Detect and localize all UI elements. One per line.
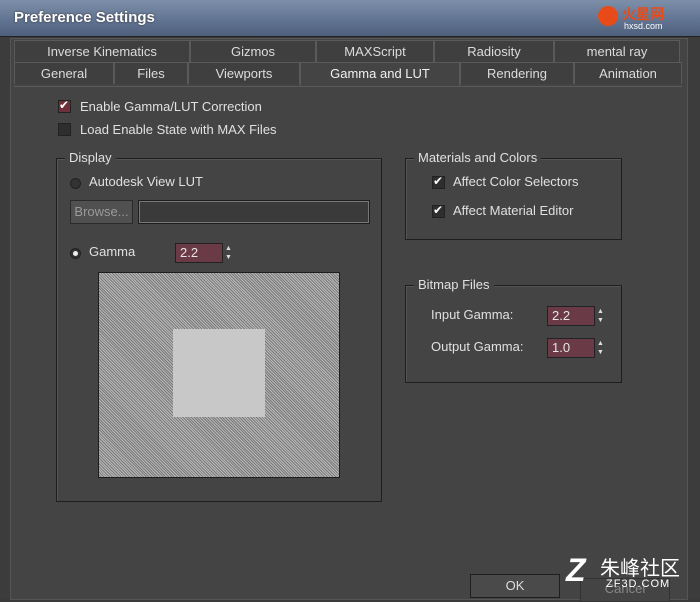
tab-files[interactable]: Files: [114, 62, 188, 84]
spinner-down-icon[interactable]: ▼: [225, 254, 232, 261]
tab-mental-ray[interactable]: mental ray: [554, 40, 680, 62]
gamma-spinner-arrows[interactable]: ▲ ▼: [223, 243, 234, 263]
materials-colors-group: Materials and Colors: [405, 150, 622, 240]
tab-general[interactable]: General: [14, 62, 114, 84]
preference-settings-window: Preference Settings 火星网 hxsd.com Inverse…: [0, 0, 700, 602]
tabs-row-2: General Files Viewports Gamma and LUT Re…: [14, 62, 682, 86]
gamma-radio[interactable]: [70, 248, 81, 259]
gamma-preview-swatch: [173, 329, 265, 417]
spinner-up-icon[interactable]: ▲: [597, 340, 604, 347]
bitmap-files-group: Bitmap Files: [405, 277, 622, 383]
output-gamma-label: Output Gamma:: [431, 339, 524, 354]
tab-inverse-kinematics[interactable]: Inverse Kinematics: [14, 40, 190, 62]
affect-material-editor-checkbox[interactable]: [432, 203, 445, 218]
tab-animation[interactable]: Animation: [574, 62, 682, 84]
gamma-value[interactable]: 2.2: [175, 243, 223, 263]
lut-path-field[interactable]: [138, 200, 370, 224]
output-gamma-spinner[interactable]: 1.0 ▲ ▼: [547, 338, 606, 358]
spinner-up-icon[interactable]: ▲: [225, 245, 232, 252]
gamma-spinner[interactable]: 2.2 ▲ ▼: [175, 243, 234, 263]
spinner-down-icon[interactable]: ▼: [597, 349, 604, 356]
enable-gamma-checkbox[interactable]: [58, 98, 71, 113]
load-enable-state-checkbox[interactable]: [58, 123, 71, 136]
affect-color-selectors-checkbox[interactable]: [432, 174, 445, 189]
spinner-up-icon[interactable]: ▲: [597, 308, 604, 315]
output-gamma-arrows[interactable]: ▲ ▼: [595, 338, 606, 358]
watermark-en: ZF3D.COM: [606, 578, 671, 590]
input-gamma-spinner[interactable]: 2.2 ▲ ▼: [547, 306, 606, 326]
tab-rendering[interactable]: Rendering: [460, 62, 574, 84]
gamma-preview-pattern: [98, 272, 340, 478]
spinner-down-icon[interactable]: ▼: [597, 317, 604, 324]
materials-colors-title: Materials and Colors: [414, 150, 542, 165]
tabs-row-1: Inverse Kinematics Gizmos MAXScript Radi…: [14, 40, 680, 64]
title-bar: Preference Settings 火星网 hxsd.com: [0, 0, 700, 37]
hxsd-logo: 火星网 hxsd.com: [598, 2, 688, 34]
tab-viewports[interactable]: Viewports: [188, 62, 300, 84]
tab-maxscript[interactable]: MAXScript: [316, 40, 434, 62]
input-gamma-label: Input Gamma:: [431, 307, 514, 322]
display-group-title: Display: [65, 150, 116, 165]
gamma-label: Gamma: [89, 244, 136, 259]
output-gamma-value[interactable]: 1.0: [547, 338, 595, 358]
zf3d-watermark: Z 朱峰社区 ZF3D.COM: [566, 552, 696, 596]
input-gamma-arrows[interactable]: ▲ ▼: [595, 306, 606, 326]
watermark-cn: 朱峰社区: [600, 558, 680, 580]
affect-material-editor-label: Affect Material Editor: [453, 203, 574, 218]
logo-url: hxsd.com: [624, 21, 663, 31]
tab-gizmos[interactable]: Gizmos: [190, 40, 316, 62]
load-enable-state-label: Load Enable State with MAX Files: [80, 122, 277, 137]
logo-mark-icon: [598, 6, 618, 26]
affect-color-selectors-label: Affect Color Selectors: [453, 174, 579, 189]
autodesk-view-lut-radio[interactable]: [70, 178, 81, 189]
bitmap-files-title: Bitmap Files: [414, 277, 494, 292]
browse-button[interactable]: Browse...: [70, 200, 133, 224]
tab-radiosity[interactable]: Radiosity: [434, 40, 554, 62]
input-gamma-value[interactable]: 2.2: [547, 306, 595, 326]
autodesk-view-lut-label: Autodesk View LUT: [89, 174, 203, 189]
watermark-glyph: Z: [566, 552, 586, 588]
ok-button[interactable]: OK: [470, 574, 560, 598]
enable-gamma-label: Enable Gamma/LUT Correction: [80, 99, 262, 114]
window-title: Preference Settings: [14, 9, 155, 26]
tab-gamma-and-lut[interactable]: Gamma and LUT: [300, 62, 460, 86]
